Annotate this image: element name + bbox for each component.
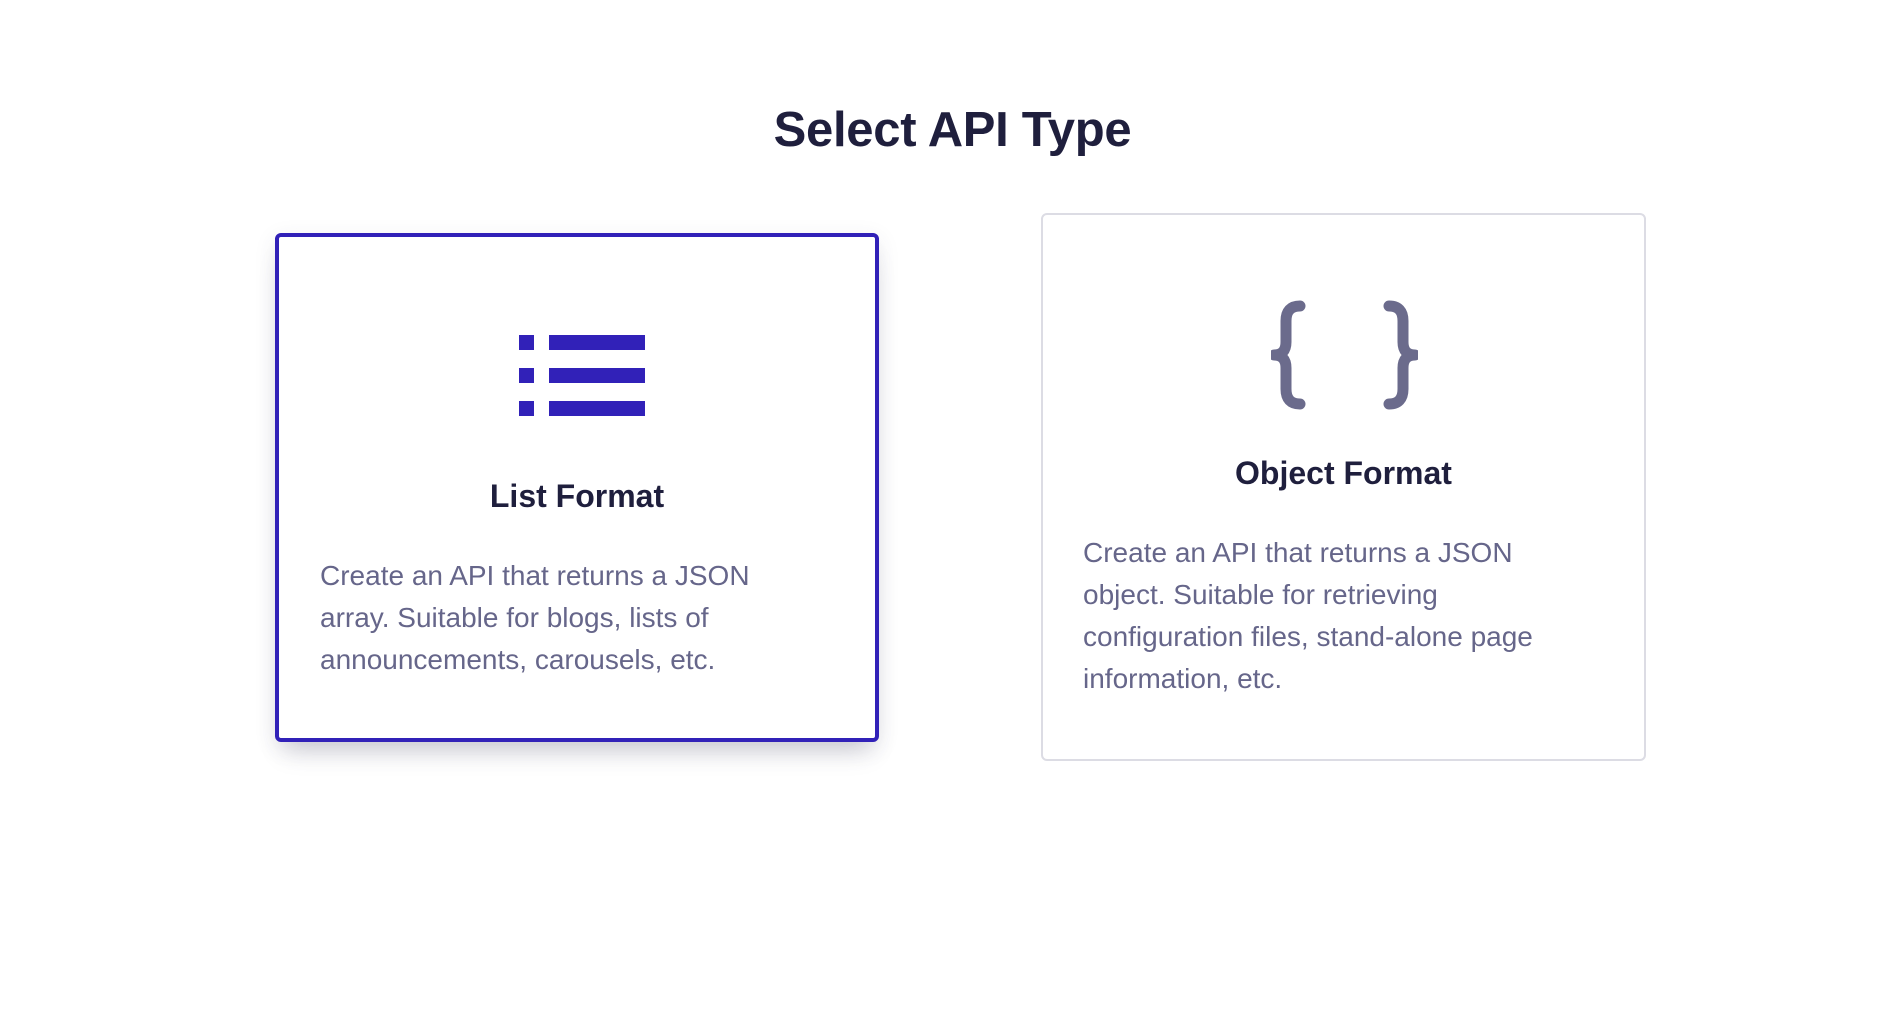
- list-format-card[interactable]: List Format Create an API that returns a…: [275, 233, 879, 742]
- page-title: Select API Type: [773, 103, 1132, 157]
- object-format-card[interactable]: Object Format Create an API that returns…: [1041, 213, 1646, 761]
- object-format-title: Object Format: [1235, 455, 1452, 491]
- object-format-description: Create an API that returns a JSON object…: [1083, 537, 1533, 694]
- list-format-title: List Format: [489, 478, 665, 514]
- curly-braces-icon: [1271, 300, 1418, 410]
- list-icon: [519, 335, 645, 416]
- list-format-description: Create an API that returns a JSON array.…: [320, 560, 750, 675]
